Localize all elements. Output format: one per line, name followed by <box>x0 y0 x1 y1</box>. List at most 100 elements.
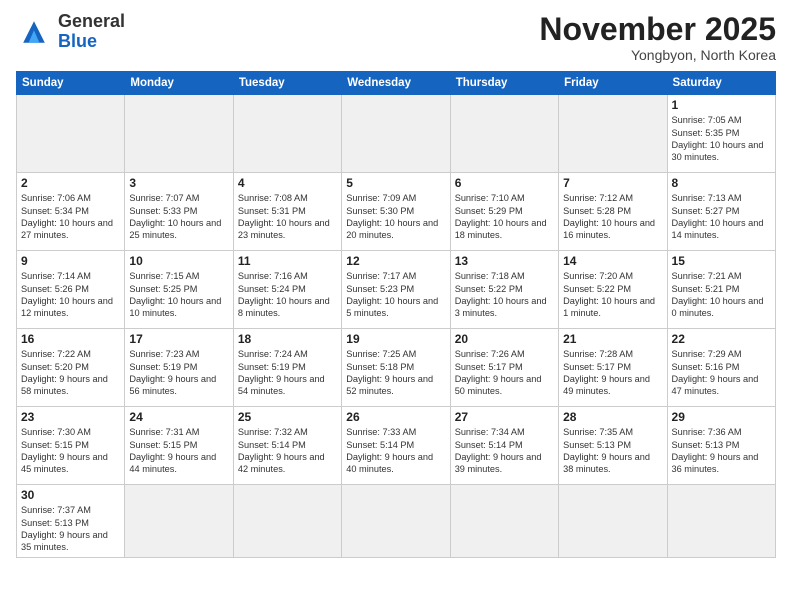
day-number: 7 <box>563 176 662 190</box>
table-row <box>559 95 667 173</box>
day-number: 18 <box>238 332 337 346</box>
day-info: Sunrise: 7:36 AM Sunset: 5:13 PM Dayligh… <box>672 426 771 476</box>
day-number: 5 <box>346 176 445 190</box>
day-info: Sunrise: 7:17 AM Sunset: 5:23 PM Dayligh… <box>346 270 445 320</box>
day-info: Sunrise: 7:31 AM Sunset: 5:15 PM Dayligh… <box>129 426 228 476</box>
weekday-header-row: Sunday Monday Tuesday Wednesday Thursday… <box>17 72 776 95</box>
calendar: Sunday Monday Tuesday Wednesday Thursday… <box>16 71 776 558</box>
table-row: 29 Sunrise: 7:36 AM Sunset: 5:13 PM Dayli… <box>667 407 775 485</box>
calendar-row: 30 Sunrise: 7:37 AM Sunset: 5:13 PM Dayli… <box>17 485 776 558</box>
calendar-row: 23 Sunrise: 7:30 AM Sunset: 5:15 PM Dayli… <box>17 407 776 485</box>
day-info: Sunrise: 7:16 AM Sunset: 5:24 PM Dayligh… <box>238 270 337 320</box>
day-number: 16 <box>21 332 120 346</box>
day-info: Sunrise: 7:22 AM Sunset: 5:20 PM Dayligh… <box>21 348 120 398</box>
day-number: 13 <box>455 254 554 268</box>
table-row <box>667 485 775 558</box>
table-row: 4 Sunrise: 7:08 AM Sunset: 5:31 PM Daylig… <box>233 173 341 251</box>
day-number: 22 <box>672 332 771 346</box>
day-number: 11 <box>238 254 337 268</box>
day-info: Sunrise: 7:20 AM Sunset: 5:22 PM Dayligh… <box>563 270 662 320</box>
table-row <box>342 95 450 173</box>
table-row: 28Sunrise: 7:35 AM Sunset: 5:13 PM Dayli… <box>559 407 667 485</box>
header-saturday: Saturday <box>667 72 775 95</box>
day-number: 17 <box>129 332 228 346</box>
table-row <box>342 485 450 558</box>
day-number: 4 <box>238 176 337 190</box>
day-number: 30 <box>21 488 120 502</box>
day-info: Sunrise: 7:33 AM Sunset: 5:14 PM Dayligh… <box>346 426 445 476</box>
day-info: Sunrise: 7:30 AM Sunset: 5:15 PM Dayligh… <box>21 426 120 476</box>
table-row: 2Sunrise: 7:06 AM Sunset: 5:34 PM Daylig… <box>17 173 125 251</box>
table-row <box>233 485 341 558</box>
table-row <box>125 485 233 558</box>
table-row <box>17 95 125 173</box>
table-row: 25Sunrise: 7:32 AM Sunset: 5:14 PM Dayli… <box>233 407 341 485</box>
day-number: 6 <box>455 176 554 190</box>
table-row: 8 Sunrise: 7:13 AM Sunset: 5:27 PM Daylig… <box>667 173 775 251</box>
day-info: Sunrise: 7:21 AM Sunset: 5:21 PM Dayligh… <box>672 270 771 320</box>
table-row: 10Sunrise: 7:15 AM Sunset: 5:25 PM Dayli… <box>125 251 233 329</box>
table-row <box>559 485 667 558</box>
table-row <box>125 95 233 173</box>
day-info: Sunrise: 7:13 AM Sunset: 5:27 PM Dayligh… <box>672 192 771 242</box>
logo-blue: Blue <box>58 31 97 51</box>
table-row: 19 Sunrise: 7:25 AM Sunset: 5:18 PM Dayli… <box>342 329 450 407</box>
table-row: 12Sunrise: 7:17 AM Sunset: 5:23 PM Dayli… <box>342 251 450 329</box>
table-row <box>233 95 341 173</box>
table-row: 20Sunrise: 7:26 AM Sunset: 5:17 PM Dayli… <box>450 329 558 407</box>
day-number: 19 <box>346 332 445 346</box>
day-number: 29 <box>672 410 771 424</box>
calendar-row: 16 Sunrise: 7:22 AM Sunset: 5:20 PM Dayli… <box>17 329 776 407</box>
table-row: 11 Sunrise: 7:16 AM Sunset: 5:24 PM Dayli… <box>233 251 341 329</box>
table-row: 14 Sunrise: 7:20 AM Sunset: 5:22 PM Dayli… <box>559 251 667 329</box>
day-number: 27 <box>455 410 554 424</box>
table-row: 5Sunrise: 7:09 AM Sunset: 5:30 PM Daylig… <box>342 173 450 251</box>
calendar-row: 2Sunrise: 7:06 AM Sunset: 5:34 PM Daylig… <box>17 173 776 251</box>
table-row: 16 Sunrise: 7:22 AM Sunset: 5:20 PM Dayli… <box>17 329 125 407</box>
day-number: 8 <box>672 176 771 190</box>
day-number: 10 <box>129 254 228 268</box>
day-number: 23 <box>21 410 120 424</box>
day-info: Sunrise: 7:14 AM Sunset: 5:26 PM Dayligh… <box>21 270 120 320</box>
header-tuesday: Tuesday <box>233 72 341 95</box>
day-info: Sunrise: 7:18 AM Sunset: 5:22 PM Dayligh… <box>455 270 554 320</box>
day-info: Sunrise: 7:10 AM Sunset: 5:29 PM Dayligh… <box>455 192 554 242</box>
table-row: 7Sunrise: 7:12 AM Sunset: 5:28 PM Daylig… <box>559 173 667 251</box>
header-friday: Friday <box>559 72 667 95</box>
day-info: Sunrise: 7:05 AM Sunset: 5:35 PM Dayligh… <box>672 114 771 164</box>
table-row: 9 Sunrise: 7:14 AM Sunset: 5:26 PM Daylig… <box>17 251 125 329</box>
day-number: 14 <box>563 254 662 268</box>
day-number: 26 <box>346 410 445 424</box>
table-row <box>450 485 558 558</box>
day-number: 9 <box>21 254 120 268</box>
header-sunday: Sunday <box>17 72 125 95</box>
logo: General Blue <box>16 12 125 52</box>
table-row: 17Sunrise: 7:23 AM Sunset: 5:19 PM Dayli… <box>125 329 233 407</box>
day-info: Sunrise: 7:34 AM Sunset: 5:14 PM Dayligh… <box>455 426 554 476</box>
header-thursday: Thursday <box>450 72 558 95</box>
day-number: 24 <box>129 410 228 424</box>
table-row: 1Sunrise: 7:05 AM Sunset: 5:35 PM Daylig… <box>667 95 775 173</box>
day-number: 20 <box>455 332 554 346</box>
table-row: 23 Sunrise: 7:30 AM Sunset: 5:15 PM Dayli… <box>17 407 125 485</box>
table-row: 26 Sunrise: 7:33 AM Sunset: 5:14 PM Dayli… <box>342 407 450 485</box>
logo-general: General <box>58 11 125 31</box>
day-info: Sunrise: 7:25 AM Sunset: 5:18 PM Dayligh… <box>346 348 445 398</box>
day-number: 3 <box>129 176 228 190</box>
day-info: Sunrise: 7:35 AM Sunset: 5:13 PM Dayligh… <box>563 426 662 476</box>
day-info: Sunrise: 7:29 AM Sunset: 5:16 PM Dayligh… <box>672 348 771 398</box>
header: General Blue November 2025 Yongbyon, Nor… <box>16 12 776 63</box>
day-info: Sunrise: 7:08 AM Sunset: 5:31 PM Dayligh… <box>238 192 337 242</box>
header-wednesday: Wednesday <box>342 72 450 95</box>
table-row: 15Sunrise: 7:21 AM Sunset: 5:21 PM Dayli… <box>667 251 775 329</box>
day-info: Sunrise: 7:37 AM Sunset: 5:13 PM Dayligh… <box>21 504 120 554</box>
day-info: Sunrise: 7:06 AM Sunset: 5:34 PM Dayligh… <box>21 192 120 242</box>
day-number: 21 <box>563 332 662 346</box>
table-row: 22 Sunrise: 7:29 AM Sunset: 5:16 PM Dayli… <box>667 329 775 407</box>
page: General Blue November 2025 Yongbyon, Nor… <box>0 0 792 568</box>
table-row: 3Sunrise: 7:07 AM Sunset: 5:33 PM Daylig… <box>125 173 233 251</box>
month-title: November 2025 <box>539 12 776 47</box>
table-row: 18Sunrise: 7:24 AM Sunset: 5:19 PM Dayli… <box>233 329 341 407</box>
calendar-row: 1Sunrise: 7:05 AM Sunset: 5:35 PM Daylig… <box>17 95 776 173</box>
table-row <box>450 95 558 173</box>
